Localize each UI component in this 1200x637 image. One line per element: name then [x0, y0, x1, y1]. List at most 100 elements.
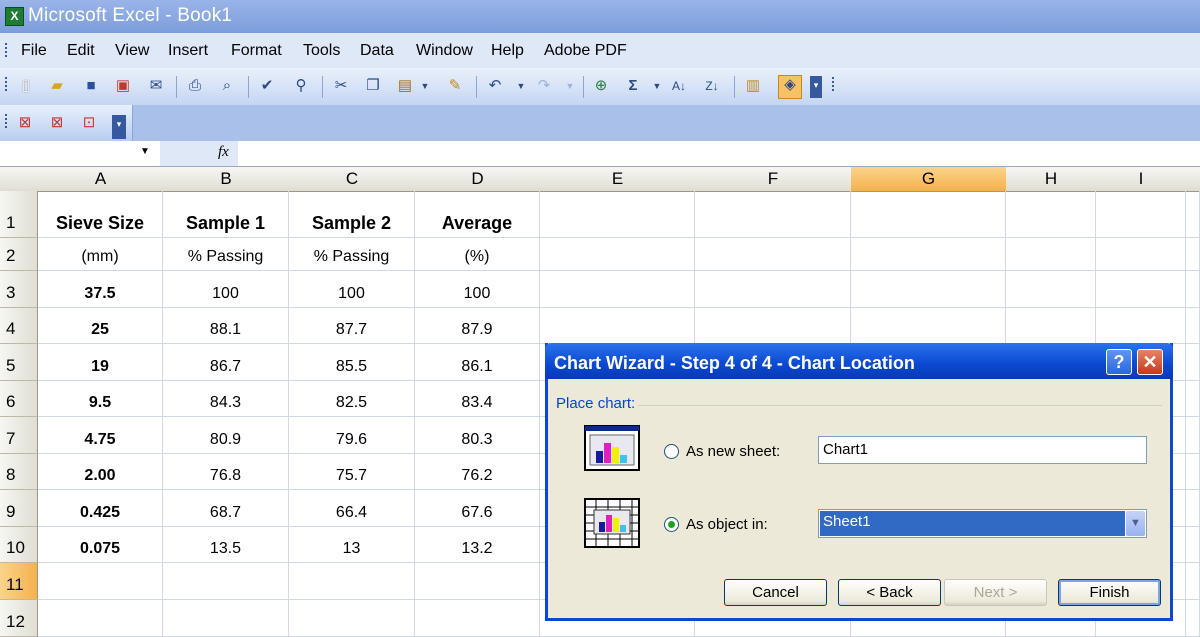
convert-and-review-pdf-icon[interactable]: ⊡ — [80, 114, 98, 132]
autosum-icon[interactable]: Σ — [624, 77, 642, 95]
cell-j2[interactable] — [1186, 238, 1200, 271]
cell-b2[interactable]: % Passing — [163, 238, 289, 271]
row-header-1[interactable]: 1 — [0, 191, 38, 238]
undo-icon[interactable]: ↶ — [486, 77, 504, 95]
research-icon[interactable]: ⚲ — [292, 77, 310, 95]
toolbar-grip-handle[interactable] — [5, 77, 8, 93]
cell-b5[interactable]: 86.7 — [163, 344, 289, 381]
cell-c4[interactable]: 87.7 — [289, 308, 415, 344]
cell-d11[interactable] — [415, 563, 540, 600]
cell-c9[interactable]: 66.4 — [289, 490, 415, 527]
menu-adobe-pdf[interactable]: Adobe PDF — [544, 42, 627, 60]
row-header-8[interactable]: 8 — [0, 454, 38, 490]
cell-e4[interactable] — [540, 308, 695, 344]
menu-help[interactable]: Help — [491, 42, 524, 60]
paste-icon[interactable]: ▤ — [396, 77, 414, 95]
row-header-4[interactable]: 4 — [0, 308, 38, 344]
cell-b10[interactable]: 13.5 — [163, 527, 289, 563]
cell-c2[interactable]: % Passing — [289, 238, 415, 271]
cell-a2[interactable]: (mm) — [38, 238, 163, 271]
cell-c3[interactable]: 100 — [289, 271, 415, 308]
cell-j3[interactable] — [1186, 271, 1200, 308]
new-document-icon[interactable]: ▯ — [17, 77, 35, 95]
cell-j10[interactable] — [1186, 527, 1200, 563]
cell-g4[interactable] — [851, 308, 1006, 344]
column-header-c[interactable]: C — [289, 167, 416, 192]
row-header-10[interactable]: 10 — [0, 527, 38, 563]
toolbar-options-icon[interactable]: ▾ — [112, 115, 126, 139]
cell-d6[interactable]: 83.4 — [415, 381, 540, 417]
row-header-11[interactable]: 11 — [0, 563, 38, 600]
sort-ascending-icon[interactable]: A↓ — [670, 77, 688, 95]
back-button[interactable]: < Back — [838, 579, 941, 606]
format-painter-icon[interactable]: ✎ — [446, 77, 464, 95]
toolbar-options-icon[interactable]: ▾ — [810, 76, 822, 98]
cell-b6[interactable]: 84.3 — [163, 381, 289, 417]
cell-b11[interactable] — [163, 563, 289, 600]
cell-j12[interactable] — [1186, 600, 1200, 637]
cell-i3[interactable] — [1096, 271, 1186, 308]
column-header-i[interactable]: I — [1096, 167, 1187, 192]
column-header-h[interactable]: H — [1006, 167, 1097, 192]
cell-b3[interactable]: 100 — [163, 271, 289, 308]
column-header-d[interactable]: D — [415, 167, 541, 192]
drawing-icon[interactable]: ◈ — [778, 75, 802, 99]
formula-input[interactable] — [238, 141, 1200, 166]
cell-f2[interactable] — [695, 238, 851, 271]
cell-i4[interactable] — [1096, 308, 1186, 344]
cell-c12[interactable] — [289, 600, 415, 637]
new-sheet-name-input[interactable]: Chart1 — [818, 436, 1147, 464]
cell-j1[interactable] — [1186, 191, 1200, 238]
row-header-5[interactable]: 5 — [0, 344, 38, 381]
cell-d9[interactable]: 67.6 — [415, 490, 540, 527]
save-icon[interactable]: ■ — [82, 77, 100, 95]
row-header-9[interactable]: 9 — [0, 490, 38, 527]
cell-a8[interactable]: 2.00 — [38, 454, 163, 490]
dialog-title-bar[interactable]: Chart Wizard - Step 4 of 4 - Chart Locat… — [545, 343, 1173, 379]
select-all-button[interactable] — [0, 167, 39, 192]
cell-c5[interactable]: 85.5 — [289, 344, 415, 381]
help-button[interactable]: ? — [1106, 349, 1132, 375]
cell-h4[interactable] — [1006, 308, 1096, 344]
cell-g2[interactable] — [851, 238, 1006, 271]
cell-e2[interactable] — [540, 238, 695, 271]
row-header-12[interactable]: 12 — [0, 600, 38, 637]
cell-c7[interactable]: 79.6 — [289, 417, 415, 454]
cell-c1[interactable]: Sample 2 — [289, 191, 415, 238]
cell-c11[interactable] — [289, 563, 415, 600]
next-button[interactable]: Next > — [944, 579, 1047, 606]
cell-d7[interactable]: 80.3 — [415, 417, 540, 454]
finish-button[interactable]: Finish — [1058, 579, 1161, 606]
column-header-a[interactable]: A — [38, 167, 164, 192]
cell-a10[interactable]: 0.075 — [38, 527, 163, 563]
row-header-6[interactable]: 6 — [0, 381, 38, 417]
chevron-down-icon[interactable]: ▼ — [1126, 511, 1145, 536]
column-header-e[interactable]: E — [540, 167, 696, 192]
column-header-g[interactable]: G — [851, 167, 1007, 192]
cell-j5[interactable] — [1186, 344, 1200, 381]
cell-d4[interactable]: 87.9 — [415, 308, 540, 344]
cell-a1[interactable]: Sieve Size — [38, 191, 163, 238]
cell-d10[interactable]: 13.2 — [415, 527, 540, 563]
menu-file[interactable]: File — [21, 42, 47, 60]
sort-descending-icon[interactable]: Z↓ — [703, 77, 721, 95]
cell-j8[interactable] — [1186, 454, 1200, 490]
cell-b4[interactable]: 88.1 — [163, 308, 289, 344]
menu-window[interactable]: Window — [416, 42, 473, 60]
cell-a3[interactable]: 37.5 — [38, 271, 163, 308]
menu-data[interactable]: Data — [360, 42, 394, 60]
cell-g1[interactable] — [851, 191, 1006, 238]
redo-dropdown-icon[interactable]: ▼ — [561, 77, 579, 95]
cell-f1[interactable] — [695, 191, 851, 238]
print-icon[interactable]: ⎙ — [186, 77, 204, 95]
cell-j9[interactable] — [1186, 490, 1200, 527]
cell-a9[interactable]: 0.425 — [38, 490, 163, 527]
cell-a5[interactable]: 19 — [38, 344, 163, 381]
cell-b8[interactable]: 76.8 — [163, 454, 289, 490]
cell-d12[interactable] — [415, 600, 540, 637]
cut-icon[interactable]: ✂ — [332, 77, 350, 95]
cell-j4[interactable] — [1186, 308, 1200, 344]
menu-edit[interactable]: Edit — [67, 42, 95, 60]
toolbar-grip-handle[interactable] — [5, 114, 8, 130]
cell-h1[interactable] — [1006, 191, 1096, 238]
